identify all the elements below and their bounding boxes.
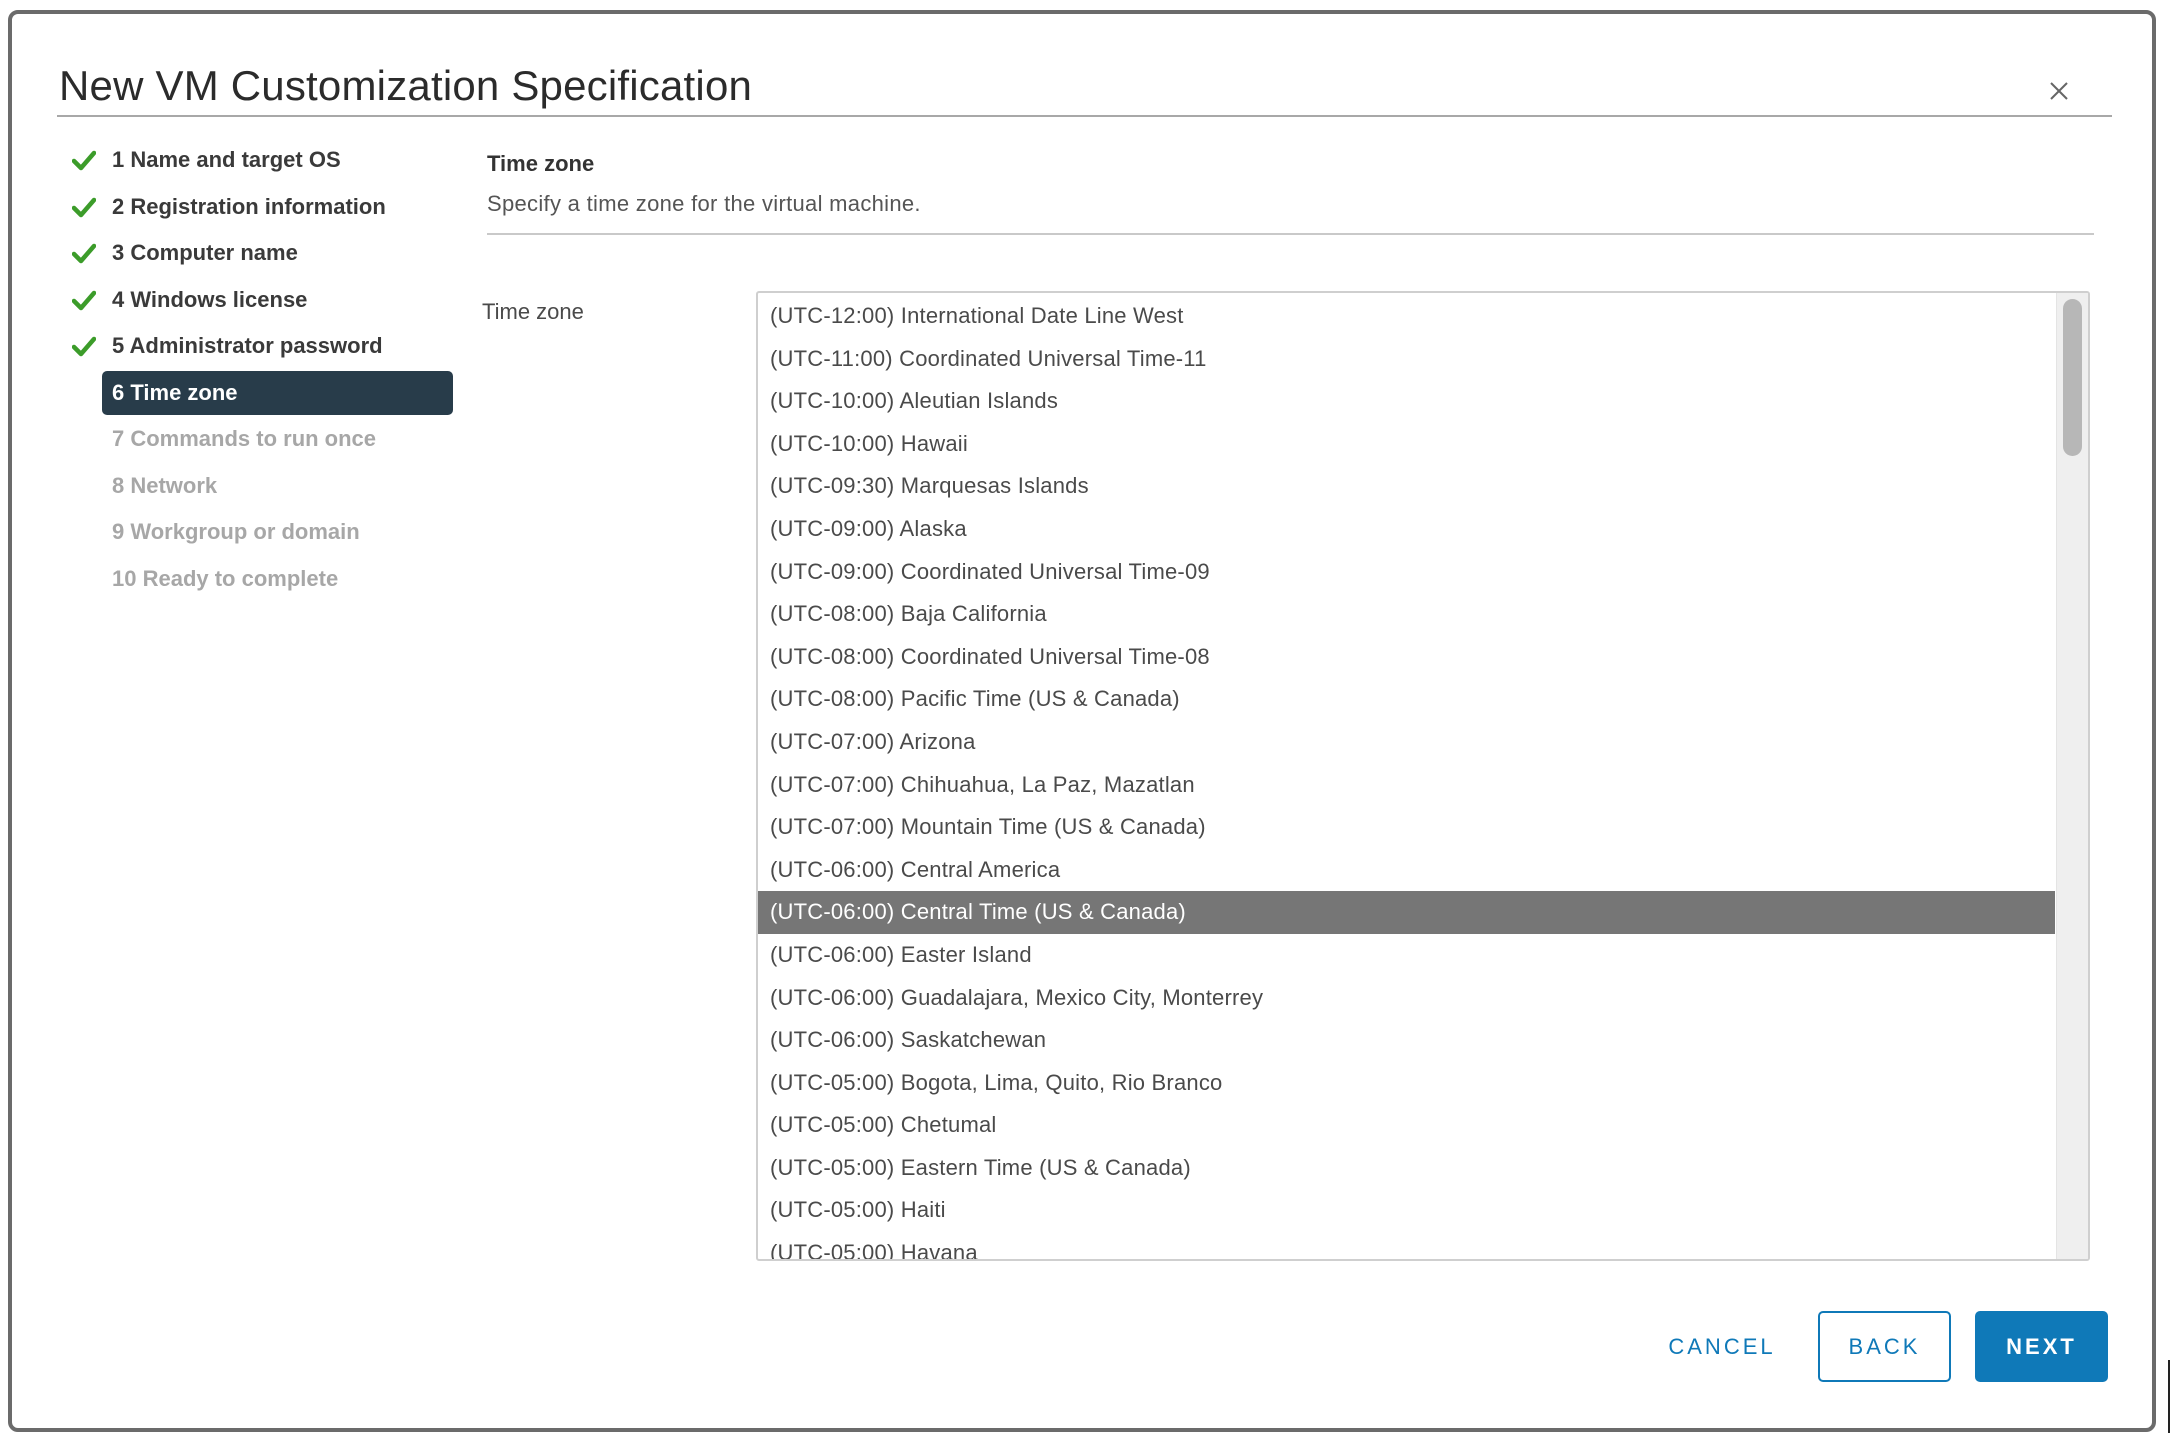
time-zone-option[interactable]: (UTC-08:00) Pacific Time (US & Canada) (758, 678, 2055, 721)
time-zone-option-selected[interactable]: (UTC-06:00) Central Time (US & Canada) (758, 891, 2055, 934)
time-zone-option[interactable]: (UTC-06:00) Central America (758, 849, 2055, 892)
time-zone-option[interactable]: (UTC-05:00) Bogota, Lima, Quito, Rio Bra… (758, 1062, 2055, 1105)
time-zone-option[interactable]: (UTC-09:00) Alaska (758, 508, 2055, 551)
time-zone-option[interactable]: (UTC-05:00) Havana (758, 1232, 2055, 1259)
time-zone-option[interactable]: (UTC-06:00) Saskatchewan (758, 1019, 2055, 1062)
wizard-step-5[interactable]: 5 Administrator password (72, 324, 453, 368)
time-zone-option[interactable]: (UTC-12:00) International Date Line West (758, 295, 2055, 338)
time-zone-option[interactable]: (UTC-05:00) Haiti (758, 1189, 2055, 1232)
wizard-step-4[interactable]: 4 Windows license (72, 278, 453, 322)
time-zone-option[interactable]: (UTC-05:00) Eastern Time (US & Canada) (758, 1147, 2055, 1190)
time-zone-option[interactable]: (UTC-08:00) Baja California (758, 593, 2055, 636)
wizard-step-label: 8 Network (112, 472, 218, 498)
wizard-step-1[interactable]: 1 Name and target OS (72, 138, 453, 182)
customization-wizard-dialog: New VM Customization Specification 1 Nam… (8, 10, 2156, 1432)
time-zone-options: (UTC-12:00) International Date Line West… (758, 295, 2055, 1259)
wizard-step-label: 1 Name and target OS (112, 147, 341, 172)
dialog-title: New VM Customization Specification (59, 62, 753, 109)
time-zone-option[interactable]: (UTC-08:00) Coordinated Universal Time-0… (758, 636, 2055, 679)
close-icon (2050, 82, 2068, 100)
wizard-step-3[interactable]: 3 Computer name (72, 231, 453, 275)
section-title: Time zone (487, 151, 595, 176)
time-zone-label: Time zone (482, 299, 584, 324)
wizard-step-label: 5 Administrator password (112, 333, 383, 358)
check-icon (72, 290, 96, 310)
wizard-step-label: 3 Computer name (112, 240, 298, 265)
time-zone-option[interactable]: (UTC-10:00) Aleutian Islands (758, 380, 2055, 423)
backdrop-line (2168, 1360, 2170, 1433)
time-zone-option[interactable]: (UTC-09:30) Marquesas Islands (758, 465, 2055, 508)
wizard-step-2[interactable]: 2 Registration information (72, 185, 453, 229)
wizard-step-8[interactable]: 8 Network (102, 464, 453, 508)
wizard-step-label: 7 Commands to run once (112, 426, 377, 451)
time-zone-option[interactable]: (UTC-06:00) Guadalajara, Mexico City, Mo… (758, 977, 2055, 1020)
time-zone-option[interactable]: (UTC-06:00) Easter Island (758, 934, 2055, 977)
check-icon (72, 197, 96, 217)
wizard-step-label: 9 Workgroup or domain (112, 519, 360, 544)
time-zone-option[interactable]: (UTC-07:00) Arizona (758, 721, 2055, 764)
check-icon (72, 150, 96, 171)
wizard-step-label: 10 Ready to complete (112, 565, 339, 591)
time-zone-option[interactable]: (UTC-11:00) Coordinated Universal Time-1… (758, 338, 2055, 381)
time-zone-option[interactable]: (UTC-09:00) Coordinated Universal Time-0… (758, 551, 2055, 594)
cancel-button[interactable]: CANCEL (1652, 1311, 1792, 1382)
next-button[interactable]: NEXT (1975, 1311, 2108, 1382)
scrollbar-thumb[interactable] (2063, 299, 2082, 456)
header-divider (57, 115, 2112, 117)
wizard-step-label: 2 Registration information (112, 193, 386, 219)
time-zone-listbox[interactable]: (UTC-12:00) International Date Line West… (756, 291, 2090, 1261)
close-button[interactable] (2044, 76, 2074, 106)
wizard-step-6[interactable]: 6 Time zone (102, 370, 453, 415)
section-divider (487, 233, 2094, 235)
wizard-step-label: 4 Windows license (112, 286, 308, 312)
time-zone-option[interactable]: (UTC-07:00) Chihuahua, La Paz, Mazatlan (758, 764, 2055, 807)
wizard-step-9[interactable]: 9 Workgroup or domain (102, 510, 453, 554)
check-icon (72, 243, 96, 264)
section-description: Specify a time zone for the virtual mach… (487, 191, 921, 216)
backdrop-edge (2160, 12, 2176, 1433)
time-zone-option[interactable]: (UTC-10:00) Hawaii (758, 423, 2055, 466)
check-icon (72, 336, 96, 357)
wizard-step-10[interactable]: 10 Ready to complete (102, 557, 453, 601)
listbox-scrollbar[interactable] (2056, 293, 2088, 1259)
time-zone-option[interactable]: (UTC-05:00) Chetumal (758, 1104, 2055, 1147)
back-button[interactable]: BACK (1818, 1311, 1951, 1382)
wizard-step-label: 6 Time zone (112, 379, 238, 405)
wizard-step-7[interactable]: 7 Commands to run once (102, 417, 453, 461)
time-zone-option[interactable]: (UTC-07:00) Mountain Time (US & Canada) (758, 806, 2055, 849)
